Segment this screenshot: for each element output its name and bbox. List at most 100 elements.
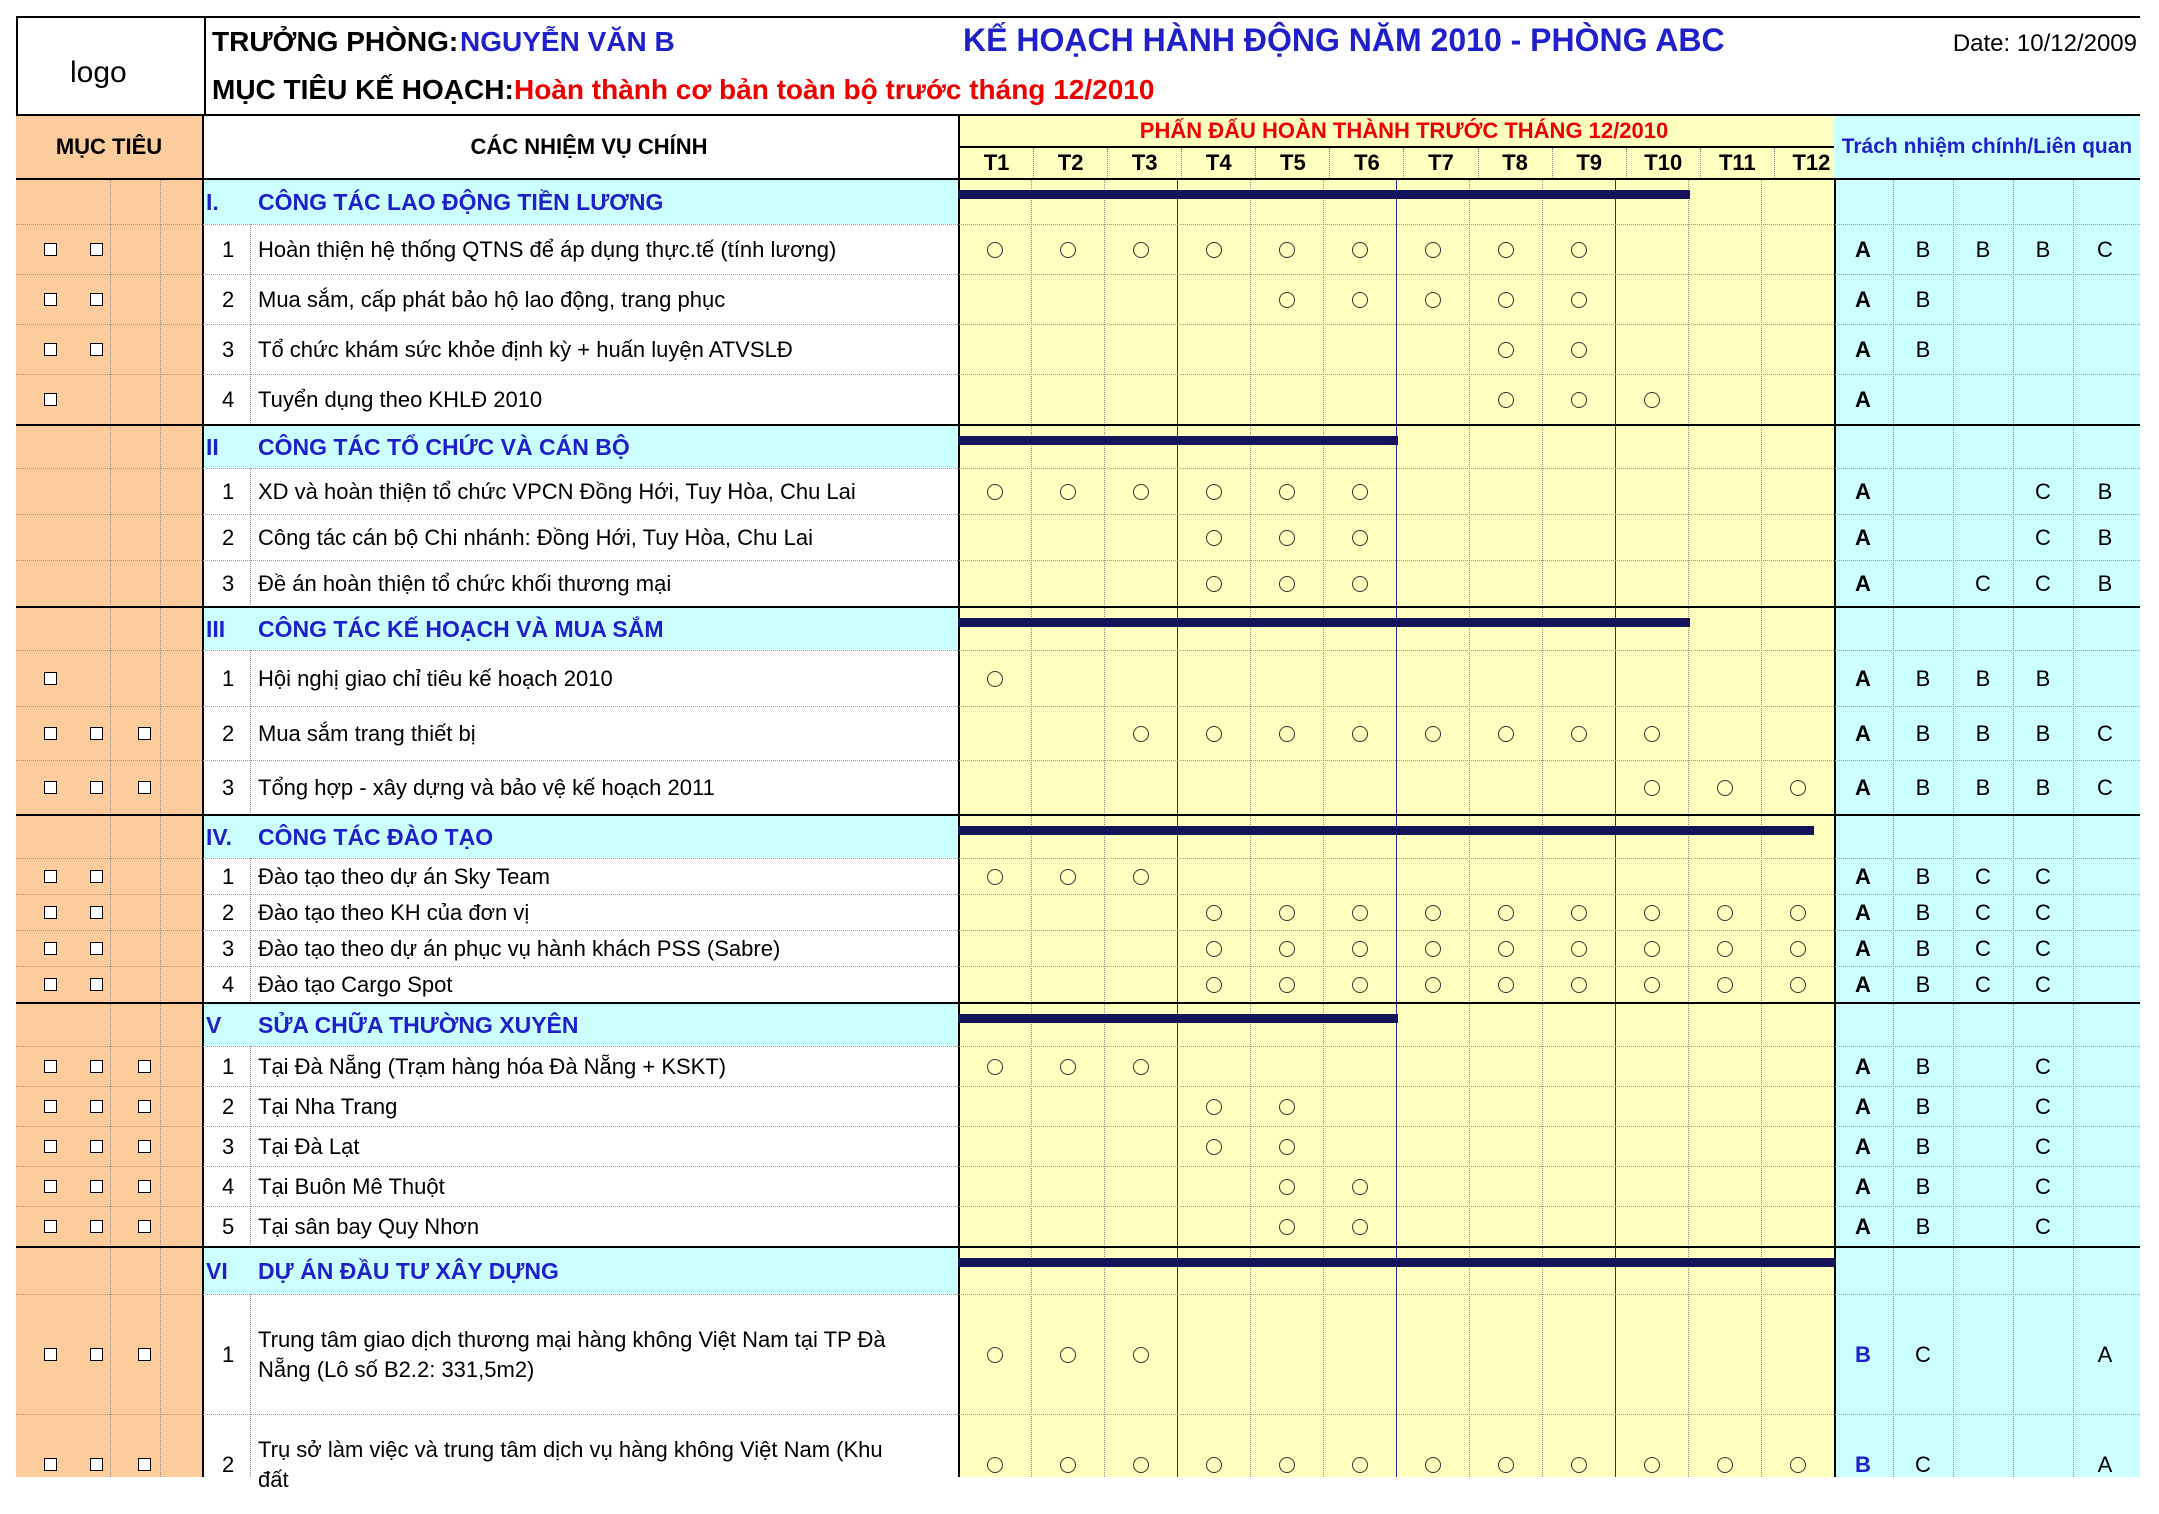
- month-marker: [986, 1347, 1003, 1363]
- objective-checkbox[interactable]: [90, 1348, 103, 1361]
- objective-checkbox[interactable]: [90, 1140, 103, 1153]
- responsibility-code: B: [1915, 1134, 1931, 1159]
- month-header: T6: [1329, 148, 1403, 180]
- objective-checkbox[interactable]: [90, 781, 103, 794]
- objective-checkbox[interactable]: [44, 942, 57, 955]
- task-description: Công tác cán bộ Chi nhánh: Đồng Hới, Tuy…: [258, 525, 813, 550]
- task-row: 2 Trụ sở làm việc và trung tâm dịch vụ hà…: [16, 1414, 2140, 1514]
- objective-checkbox[interactable]: [44, 672, 57, 685]
- responsibility-code: A: [1855, 337, 1871, 362]
- task-description: Đào tạo theo KH của đơn vị: [258, 900, 530, 925]
- tasks-column-header: CÁC NHIỆM VỤ CHÍNH: [204, 116, 974, 178]
- month-marker: [1351, 1219, 1368, 1235]
- objective-checkbox[interactable]: [44, 906, 57, 919]
- section-title: CÔNG TÁC ĐÀO TẠO: [258, 824, 494, 850]
- objective-checkbox[interactable]: [90, 942, 103, 955]
- responsibility-code: B: [1915, 1054, 1931, 1079]
- objective-label: MỤC TIÊU KẾ HOẠCH:: [212, 74, 514, 105]
- month-marker: [1497, 1457, 1514, 1473]
- task-row: 1 Đào tạo theo dự án Sky Team A B C C: [16, 858, 2140, 894]
- objective-checkbox[interactable]: [44, 870, 57, 883]
- objective-checkbox[interactable]: [90, 1220, 103, 1233]
- objective-checkbox[interactable]: [44, 1220, 57, 1233]
- gantt-bar: [958, 618, 1690, 627]
- task-row: 2 Công tác cán bộ Chi nhánh: Đồng Hới, Tu…: [16, 514, 2140, 560]
- objective-checkbox[interactable]: [44, 243, 57, 256]
- objective-checkbox[interactable]: [44, 781, 57, 794]
- responsibility-code: B: [1915, 900, 1931, 925]
- objective-checkbox[interactable]: [44, 343, 57, 356]
- objective-checkbox[interactable]: [90, 1180, 103, 1193]
- objective-checkbox[interactable]: [138, 1220, 151, 1233]
- objective-checkbox[interactable]: [138, 1100, 151, 1113]
- objective-checkbox[interactable]: [90, 243, 103, 256]
- month-marker: [1059, 1347, 1076, 1363]
- responsibility-code: B: [1915, 337, 1931, 362]
- month-header: T7: [1403, 148, 1477, 180]
- month-marker: [1278, 242, 1295, 258]
- objective-checkbox[interactable]: [90, 1100, 103, 1113]
- month-marker: [1789, 941, 1806, 957]
- responsibility-code: C: [2035, 1214, 2051, 1239]
- objective-checkbox[interactable]: [44, 1100, 57, 1113]
- objective-checkbox[interactable]: [90, 343, 103, 356]
- task-description: Tại Đà Nẵng (Trạm hàng hóa Đà Nẵng + KSK…: [258, 1054, 727, 1079]
- month-marker: [1351, 242, 1368, 258]
- objective-checkbox[interactable]: [138, 1458, 151, 1471]
- objective-checkbox[interactable]: [138, 1348, 151, 1361]
- responsibility-code: B: [1915, 1214, 1931, 1239]
- objective-checkbox[interactable]: [90, 727, 103, 740]
- objective-checkbox[interactable]: [44, 1180, 57, 1193]
- objective-checkbox[interactable]: [138, 781, 151, 794]
- section-header-row: II CÔNG TÁC TỔ CHỨC VÀ CÁN BỘ: [16, 424, 2140, 468]
- objective-checkbox[interactable]: [44, 293, 57, 306]
- month-marker: [1497, 292, 1514, 308]
- responsibility-code: B: [2097, 571, 2113, 596]
- month-marker: [986, 1457, 1003, 1473]
- objective-checkbox[interactable]: [90, 978, 103, 991]
- task-row: 3 Tổng hợp - xây dựng và bảo vệ kế hoạch …: [16, 760, 2140, 814]
- section-number: IV.: [206, 824, 233, 850]
- objective-checkbox[interactable]: [44, 393, 57, 406]
- task-number: 1: [222, 1342, 235, 1367]
- objective-checkbox[interactable]: [138, 1180, 151, 1193]
- objective-checkbox[interactable]: [44, 1060, 57, 1073]
- month-marker: [1205, 576, 1222, 592]
- task-row: 2 Mua sắm trang thiết bị A B B B C: [16, 706, 2140, 760]
- month-marker: [1424, 726, 1441, 742]
- responsibility-code: A: [1855, 775, 1871, 800]
- task-row: 1 XD và hoàn thiện tổ chức VPCN Đồng Hới,…: [16, 468, 2140, 514]
- objective-checkbox[interactable]: [138, 1140, 151, 1153]
- objective-checkbox[interactable]: [90, 906, 103, 919]
- objective-checkbox[interactable]: [90, 870, 103, 883]
- month-marker: [1059, 1457, 1076, 1473]
- objective-checkbox[interactable]: [90, 293, 103, 306]
- task-description: Tổ chức khám sức khỏe định kỳ + huấn luy…: [258, 337, 793, 362]
- month-marker: [1278, 726, 1295, 742]
- date-value: 10/12/2009: [2016, 30, 2137, 57]
- task-description: Tại sân bay Quy Nhơn: [258, 1214, 480, 1239]
- month-marker: [1570, 941, 1587, 957]
- task-number: 3: [222, 571, 235, 596]
- month-marker: [1278, 530, 1295, 546]
- objective-checkbox[interactable]: [44, 978, 57, 991]
- month-marker: [1789, 780, 1806, 796]
- head-label: TRƯỞNG PHÒNG:: [212, 26, 459, 57]
- objective-checkbox[interactable]: [44, 1458, 57, 1471]
- responsibility-code: A: [1855, 972, 1871, 997]
- month-marker: [1278, 292, 1295, 308]
- column-header-band: MỤC TIÊU CÁC NHIỆM VỤ CHÍNH PHẤN ĐẤU HOÀ…: [16, 116, 2140, 180]
- objective-checkbox[interactable]: [90, 1060, 103, 1073]
- responsibility-column-header: Trách nhiệm chính/Liên quan: [1834, 116, 2140, 178]
- objective-checkbox[interactable]: [44, 1140, 57, 1153]
- objective-checkbox[interactable]: [44, 727, 57, 740]
- task-number: 4: [222, 1174, 235, 1199]
- month-marker: [1132, 242, 1149, 258]
- objective-checkbox[interactable]: [90, 1458, 103, 1471]
- month-marker: [1132, 869, 1149, 885]
- responsibility-code: A: [1855, 479, 1871, 504]
- objective-checkbox[interactable]: [138, 727, 151, 740]
- objective-checkbox[interactable]: [138, 1060, 151, 1073]
- section-header-row: I. CÔNG TÁC LAO ĐỘNG TIỀN LƯƠNG: [16, 178, 2140, 224]
- objective-checkbox[interactable]: [44, 1348, 57, 1361]
